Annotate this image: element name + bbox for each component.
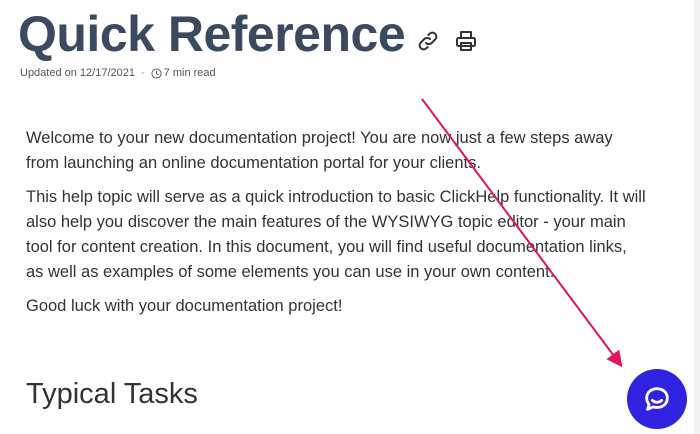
chat-bubble-icon	[645, 387, 669, 411]
page-title: Quick Reference	[18, 6, 406, 62]
paragraph-intro: Welcome to your new documentation projec…	[26, 129, 613, 172]
read-time: 7 min read	[163, 67, 216, 79]
scrollbar-track[interactable]	[694, 0, 700, 434]
title-row: Quick Reference	[18, 4, 479, 64]
paragraph-overview: This help topic will serve as a quick in…	[26, 188, 646, 281]
paragraph-closing: Good luck with your documentation projec…	[26, 297, 343, 315]
documentation-page: Quick Reference Updated on 12/17/2021 ·	[0, 0, 700, 434]
clock-icon	[151, 67, 162, 79]
article-meta: Updated on 12/17/2021 · 7 min read	[20, 67, 216, 79]
meta-separator: ·	[141, 67, 145, 79]
updated-date: Updated on 12/17/2021	[20, 67, 135, 79]
link-icon[interactable]	[415, 28, 441, 54]
chat-button[interactable]	[627, 369, 687, 429]
print-icon[interactable]	[453, 28, 479, 54]
section-heading-typical-tasks: Typical Tasks	[26, 378, 198, 410]
article-body: Welcome to your new documentation projec…	[26, 126, 646, 328]
